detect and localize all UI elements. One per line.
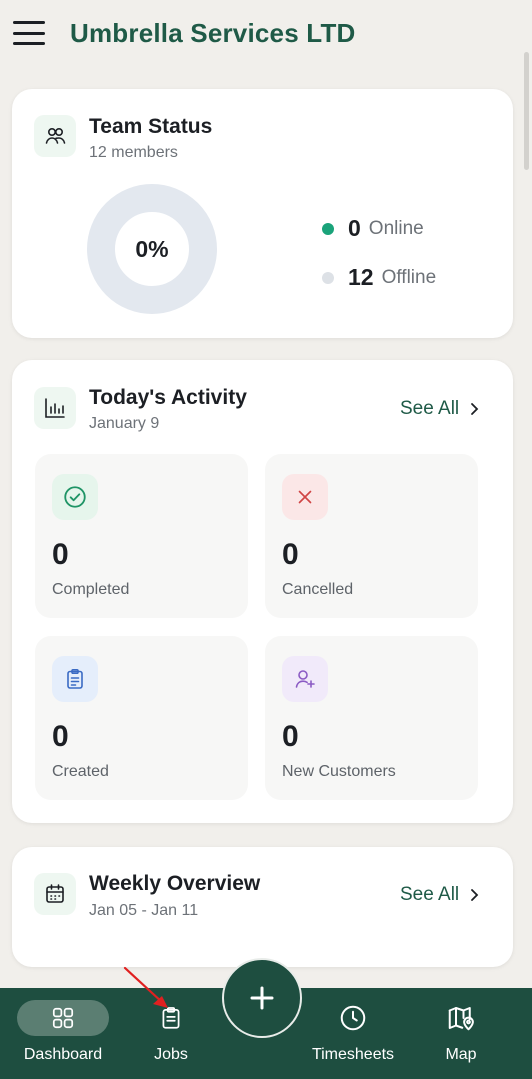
team-icon xyxy=(34,115,76,157)
activity-chart-icon xyxy=(34,387,76,429)
nav-timesheets-label: Timesheets xyxy=(311,1046,395,1063)
nav-timesheets[interactable]: Timesheets xyxy=(305,988,401,1079)
chevron-right-icon xyxy=(471,403,479,415)
user-plus-icon xyxy=(282,656,328,702)
clipboard-icon xyxy=(158,1000,184,1036)
chevron-right-icon xyxy=(471,889,479,901)
app-header: Umbrella Services LTD xyxy=(0,0,532,72)
tile-created[interactable]: 0 Created xyxy=(35,636,248,800)
created-count: 0 xyxy=(52,720,69,753)
activity-date: January 9 xyxy=(89,415,160,432)
grid-icon xyxy=(17,1000,109,1036)
tile-new-customers[interactable]: 0 New Customers xyxy=(265,636,478,800)
clock-icon xyxy=(338,1000,368,1036)
weekly-range: Jan 05 - Jan 11 xyxy=(89,902,199,919)
tile-completed[interactable]: 0 Completed xyxy=(35,454,248,618)
cancelled-count: 0 xyxy=(282,538,299,571)
team-status-card[interactable]: Team Status 12 members 0% 0 Online 12 Of… xyxy=(12,89,513,338)
scrollbar[interactable] xyxy=(524,52,529,170)
online-dot-icon xyxy=(322,222,334,235)
offline-count: 12 xyxy=(348,264,374,290)
new-customers-label: New Customers xyxy=(282,763,396,780)
activity-title: Today's Activity xyxy=(89,386,247,409)
check-circle-icon xyxy=(52,474,98,520)
nav-dashboard[interactable]: Dashboard xyxy=(17,988,109,1079)
online-count: 0 xyxy=(348,215,361,241)
created-label: Created xyxy=(52,763,109,780)
nav-jobs-label: Jobs xyxy=(154,1046,188,1063)
clipboard-icon xyxy=(52,656,98,702)
hamburger-menu-icon[interactable] xyxy=(12,18,46,48)
plus-icon xyxy=(250,986,274,1010)
team-status-title: Team Status xyxy=(89,115,213,138)
cancelled-label: Cancelled xyxy=(282,581,354,598)
completed-label: Completed xyxy=(52,581,130,598)
legend-offline: 12 Offline xyxy=(322,264,436,291)
nav-jobs[interactable]: Jobs xyxy=(136,988,206,1079)
nav-dashboard-label: Dashboard xyxy=(23,1046,103,1063)
offline-dot-icon xyxy=(322,271,334,284)
map-pin-icon xyxy=(446,1000,476,1036)
activity-see-all-link[interactable]: See All xyxy=(400,398,479,420)
new-customers-count: 0 xyxy=(282,720,299,753)
calendar-icon xyxy=(34,873,76,915)
weekly-see-all-link[interactable]: See All xyxy=(400,884,479,906)
online-percent: 0% xyxy=(135,235,169,262)
tile-cancelled[interactable]: 0 Cancelled xyxy=(265,454,478,618)
x-icon xyxy=(282,474,328,520)
add-button[interactable] xyxy=(222,958,302,1038)
team-members-count: 12 members xyxy=(89,144,178,161)
offline-label: Offline xyxy=(381,266,437,288)
see-all-label: See All xyxy=(400,884,460,905)
nav-map[interactable]: Map xyxy=(432,988,490,1079)
app-title: Umbrella Services LTD xyxy=(70,18,356,48)
legend-online: 0 Online xyxy=(322,215,424,242)
online-label: Online xyxy=(368,217,424,239)
nav-map-label: Map xyxy=(445,1046,477,1063)
see-all-label: See All xyxy=(400,398,460,419)
weekly-overview-card: Weekly Overview Jan 05 - Jan 11 See All xyxy=(12,847,513,967)
todays-activity-card: Today's Activity January 9 See All 0 Com… xyxy=(12,360,513,823)
completed-count: 0 xyxy=(52,538,69,571)
weekly-title: Weekly Overview xyxy=(89,872,261,895)
